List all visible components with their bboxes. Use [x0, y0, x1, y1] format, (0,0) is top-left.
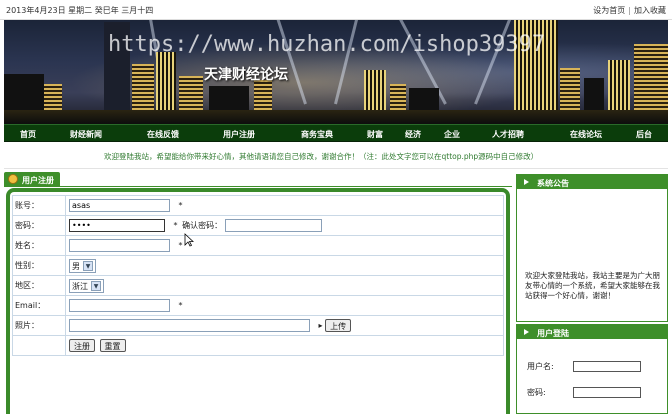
gender-label: 性别：: [12, 255, 66, 276]
building: [132, 64, 154, 114]
region-select-value: 浙江: [72, 281, 88, 291]
form-row-account: 账号： asas *: [12, 195, 504, 216]
add-favorite-link[interactable]: 加入收藏: [634, 6, 666, 15]
chevron-down-icon: ▼: [83, 261, 93, 271]
site-name: 天津财经论坛: [204, 67, 288, 83]
form-row-email: Email： *: [12, 295, 504, 316]
required-mark: *: [178, 241, 183, 250]
announcement-box: 系统公告 欢迎大家登陆我站，我站主要是为广大朋友带心情的一个系统，希望大家能够在…: [516, 174, 668, 322]
register-button[interactable]: 注册: [69, 339, 95, 352]
set-home-link[interactable]: 设为首页: [593, 6, 625, 15]
triangle-right-icon: [524, 329, 529, 335]
user-icon: [8, 174, 18, 184]
nav-item-feedback[interactable]: 在线反馈: [147, 129, 179, 140]
nav-item-register[interactable]: 用户注册: [223, 129, 255, 140]
login-password-label: 密码:: [527, 388, 546, 397]
password-input[interactable]: ••••: [69, 219, 165, 232]
form-row-name: 姓名： *: [12, 235, 504, 256]
notice-bar: 欢迎登陆我站，希望能给你带来好心情，其他请语请您自己修改，谢谢合作！（注：此处文…: [4, 143, 668, 169]
register-panel-title: 用户注册: [4, 172, 60, 186]
nav-item-home[interactable]: 首页: [20, 129, 36, 140]
building: [179, 76, 203, 114]
site-banner: https://www.huzhan.com/ishop39397 天津财经论坛: [4, 20, 668, 124]
top-bar: 2013年4月23日 星期二 癸巳年 三月十四 设为首页 | 加入收藏: [0, 0, 672, 20]
form-row-photo: 照片： ▸ 上传: [12, 315, 504, 336]
login-title: 用户登陆: [537, 329, 569, 338]
building: [608, 60, 630, 114]
nav-item-jobs[interactable]: 人才招聘: [492, 129, 524, 140]
login-password-input[interactable]: [573, 387, 641, 398]
required-mark: *: [173, 221, 178, 230]
building: [584, 78, 604, 114]
building: [634, 44, 668, 114]
login-username-input[interactable]: [573, 361, 641, 372]
announcement-header: 系统公告: [517, 175, 667, 189]
nav-item-economy[interactable]: 经济: [405, 129, 421, 140]
form-row-gender: 性别： 男 ▼: [12, 255, 504, 276]
form-row-password: 密码： •••• * 确认密码：: [12, 215, 504, 236]
nav-item-admin[interactable]: 后台: [636, 129, 652, 140]
gender-select-value: 男: [72, 261, 80, 271]
account-label: 账号：: [12, 195, 66, 216]
register-form-table: 账号： asas * 密码： •••• * 确认密码： 姓名： * 性别： 男 …: [12, 195, 504, 356]
mouse-cursor-icon: [184, 233, 194, 247]
panel-divider: [4, 186, 512, 187]
account-input[interactable]: asas: [69, 199, 170, 212]
register-form: 账号： asas * 密码： •••• * 确认密码： 姓名： * 性别： 男 …: [6, 188, 510, 414]
name-input[interactable]: [69, 239, 170, 252]
right-sidebar: 系统公告 欢迎大家登陆我站，我站主要是为广大朋友带心情的一个系统，希望大家能够在…: [516, 172, 668, 414]
nav-item-business[interactable]: 商务宝典: [301, 129, 333, 140]
form-row-region: 地区： 浙江 ▼: [12, 275, 504, 296]
notice-text: 欢迎登陆我站，希望能给你带来好心情，其他请语请您自己修改，谢谢合作！（注：此处文…: [104, 152, 539, 161]
login-header: 用户登陆: [517, 325, 667, 339]
upload-button[interactable]: 上传: [325, 319, 352, 332]
form-row-actions: 注册 重置: [12, 335, 504, 356]
required-mark: *: [178, 301, 183, 310]
current-date: 2013年4月23日 星期二 癸巳年 三月十四: [6, 6, 154, 15]
email-input[interactable]: [69, 299, 170, 312]
top-link-separator: |: [628, 6, 631, 15]
gender-select[interactable]: 男 ▼: [69, 258, 96, 273]
login-box: 用户登陆 用户名: 密码:: [516, 324, 668, 414]
banner-watermark: https://www.huzhan.com/ishop39397: [108, 32, 546, 57]
triangle-right-icon: [524, 179, 529, 185]
confirm-password-input[interactable]: [224, 219, 322, 232]
harbor-water: [4, 110, 668, 124]
confirm-password-label: 确认密码：: [182, 221, 223, 230]
register-panel: 用户注册 账号： asas * 密码： •••• * 确认密码： 姓名： * 性…: [4, 172, 512, 414]
required-mark: *: [178, 201, 183, 210]
reset-button[interactable]: 重置: [99, 339, 126, 352]
nav-item-finance-news[interactable]: 财经新闻: [70, 129, 102, 140]
name-label: 姓名：: [12, 235, 66, 256]
top-links: 设为首页 | 加入收藏: [593, 5, 666, 16]
building: [560, 68, 580, 114]
building: [4, 74, 44, 114]
login-username-label: 用户名:: [527, 362, 554, 371]
region-select[interactable]: 浙江 ▼: [69, 278, 104, 293]
register-panel-title-text: 用户注册: [22, 176, 54, 185]
main-nav: 首页 财经新闻 在线反馈 用户注册 商务宝典 财富 经济 企业 人才招聘 在线论…: [4, 124, 668, 142]
password-label: 密码：: [12, 215, 66, 236]
photo-path-input[interactable]: [69, 319, 310, 332]
chevron-down-icon: ▼: [91, 281, 101, 291]
building: [156, 52, 176, 114]
upload-bullet: ▸: [318, 321, 323, 330]
building: [364, 70, 386, 114]
email-label: Email：: [12, 295, 66, 316]
building: [254, 80, 272, 114]
nav-item-forum[interactable]: 在线论坛: [570, 129, 602, 140]
nav-item-wealth[interactable]: 财富: [367, 129, 383, 140]
nav-item-enterprise[interactable]: 企业: [444, 129, 460, 140]
photo-label: 照片：: [12, 315, 66, 336]
announcement-text: 欢迎大家登陆我站，我站主要是为广大朋友带心情的一个系统，希望大家能够在我站获得一…: [525, 271, 660, 300]
announcement-title: 系统公告: [537, 179, 569, 188]
region-label: 地区：: [12, 275, 66, 296]
